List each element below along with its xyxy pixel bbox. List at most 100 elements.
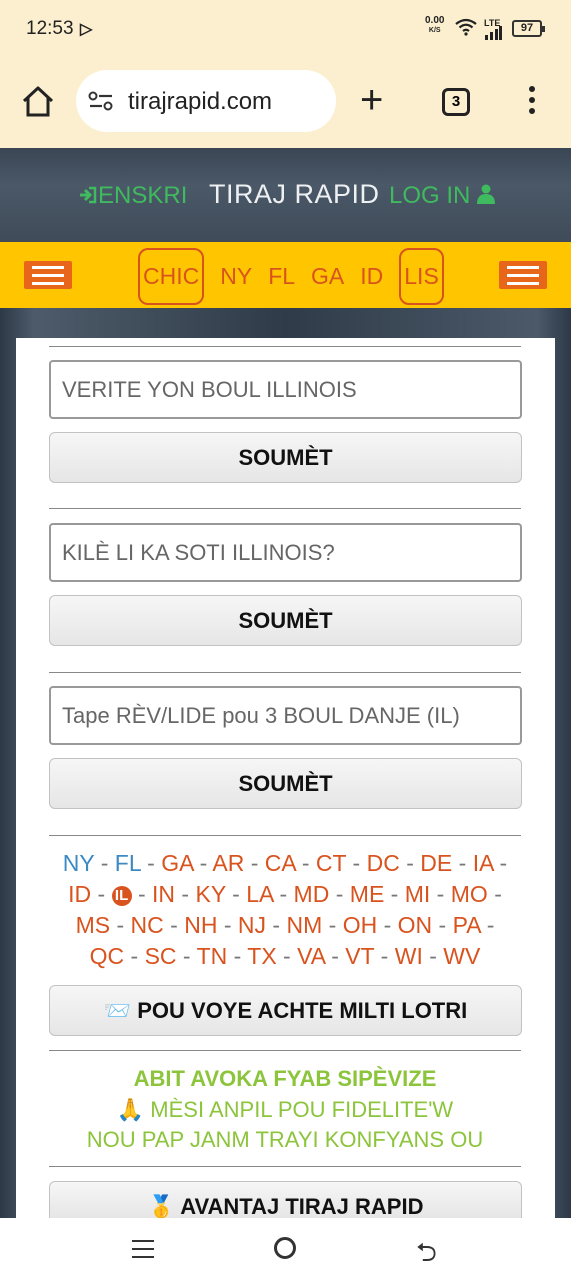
home-button[interactable] — [274, 1237, 296, 1259]
tab-fl[interactable]: FL — [268, 263, 295, 290]
message-line: 🙏 MÈSI ANPIL POU FIDELITE'W — [116, 1097, 454, 1122]
dream-input[interactable]: Tape RÈV/LIDE pou 3 BOUL DANJE (IL) — [49, 686, 522, 745]
submit-button[interactable]: SOUMÈT — [49, 595, 522, 646]
state-link-id[interactable]: ID — [68, 881, 91, 907]
divider — [49, 672, 521, 673]
state-link-on[interactable]: ON — [398, 912, 433, 938]
state-link-la[interactable]: LA — [246, 881, 273, 907]
site-header: ENSKRI TIRAJ RAPID LOG IN — [0, 148, 571, 242]
state-link-ar[interactable]: AR — [212, 850, 244, 876]
separator: - — [377, 912, 398, 938]
state-link-il[interactable]: IL — [111, 886, 132, 906]
state-link-tn[interactable]: TN — [197, 943, 228, 969]
multi-lottery-button[interactable]: 📨 POU VOYE ACHTE MILTI LOTRI — [49, 985, 522, 1036]
signal-icon: LTE — [484, 18, 502, 40]
state-link-mo[interactable]: MO — [451, 881, 488, 907]
tab-ga[interactable]: GA — [311, 263, 344, 290]
browser-toolbar: tirajrapid.com + 3 — [0, 58, 571, 148]
state-link-pa[interactable]: PA — [453, 912, 481, 938]
system-nav-bar: ⮌ — [0, 1218, 571, 1280]
address-bar[interactable]: tirajrapid.com — [76, 70, 336, 132]
right-menu-button[interactable] — [499, 261, 547, 289]
battery-icon: 97 — [512, 20, 545, 37]
state-links: NY - FL - GA - AR - CA - CT - DC - DE - … — [30, 848, 540, 972]
network-speed: 0.00 K/S — [425, 15, 445, 35]
separator: - — [324, 943, 346, 969]
tab-id[interactable]: ID — [360, 263, 383, 290]
url-text: tirajrapid.com — [128, 88, 273, 115]
new-tab-button[interactable]: + — [360, 80, 383, 120]
separator: - — [175, 881, 196, 907]
separator: - — [273, 881, 294, 907]
tab-ny[interactable]: NY — [220, 263, 252, 290]
state-link-sc[interactable]: SC — [145, 943, 177, 969]
divider — [49, 1166, 521, 1167]
tab-chic[interactable]: CHIC — [138, 247, 205, 305]
tab-switcher-button[interactable]: 3 — [442, 88, 470, 116]
separator: - — [266, 912, 287, 938]
state-link-ny[interactable]: NY — [63, 850, 95, 876]
advantage-button[interactable]: 🥇 AVANTAJ TIRAJ RAPID — [49, 1181, 522, 1218]
state-link-ia[interactable]: IA — [473, 850, 493, 876]
submit-button[interactable]: SOUMÈT — [49, 758, 522, 809]
login-link[interactable]: LOG IN — [389, 182, 496, 210]
state-link-nj[interactable]: NJ — [238, 912, 266, 938]
separator: - — [163, 912, 185, 938]
separator: - — [374, 943, 395, 969]
state-link-md[interactable]: MD — [294, 881, 330, 907]
sign-in-icon — [80, 186, 97, 204]
separator: - — [422, 943, 444, 969]
separator: - — [276, 943, 298, 969]
state-link-wi[interactable]: WI — [395, 943, 423, 969]
separator: - — [131, 881, 153, 907]
state-link-oh[interactable]: OH — [343, 912, 378, 938]
state-link-nh[interactable]: NH — [184, 912, 217, 938]
recent-apps-button[interactable] — [132, 1240, 154, 1264]
state-link-dc[interactable]: DC — [367, 850, 400, 876]
site-title[interactable]: TIRAJ RAPID — [209, 179, 380, 210]
separator: - — [193, 850, 213, 876]
state-link-qc[interactable]: QC — [90, 943, 125, 969]
state-link-de[interactable]: DE — [420, 850, 452, 876]
site-settings-icon[interactable] — [88, 90, 114, 112]
state-link-ca[interactable]: CA — [265, 850, 296, 876]
state-link-mi[interactable]: MI — [405, 881, 431, 907]
browser-menu-button[interactable] — [525, 86, 539, 118]
state-link-in[interactable]: IN — [152, 881, 175, 907]
separator: - — [225, 881, 247, 907]
separator: - — [124, 943, 145, 969]
state-link-wv[interactable]: WV — [443, 943, 480, 969]
state-link-tx[interactable]: TX — [247, 943, 276, 969]
clock: 12:53 — [26, 18, 74, 39]
verify-number-input[interactable]: VERITE YON BOUL ILLINOIS — [49, 360, 522, 419]
left-menu-button[interactable] — [24, 261, 72, 289]
home-icon[interactable] — [20, 84, 56, 120]
separator: - — [217, 912, 238, 938]
state-link-nm[interactable]: NM — [286, 912, 322, 938]
state-link-ct[interactable]: CT — [316, 850, 346, 876]
tab-lis[interactable]: LIS — [399, 247, 444, 305]
separator: - — [430, 881, 451, 907]
separator: - — [140, 850, 162, 876]
lottery-nav: CHIC NY FL GA ID LIS — [0, 242, 571, 308]
state-link-nc[interactable]: NC — [131, 912, 164, 938]
state-link-me[interactable]: ME — [350, 881, 385, 907]
state-link-ky[interactable]: KY — [195, 881, 225, 907]
back-button[interactable]: ⮌ — [416, 1234, 437, 1278]
separator: - — [295, 850, 316, 876]
status-bar: 12:53 ▷ 0.00 K/S LTE 97 — [0, 0, 571, 58]
submit-button[interactable]: SOUMÈT — [49, 432, 522, 483]
state-link-ga[interactable]: GA — [161, 850, 193, 876]
draw-time-input[interactable]: KILÈ LI KA SOTI ILLINOIS? — [49, 523, 522, 582]
register-link[interactable]: ENSKRI — [78, 182, 187, 210]
separator: - — [399, 850, 421, 876]
state-link-fl[interactable]: FL — [115, 850, 141, 876]
notification-icon: ▷ — [80, 21, 93, 38]
state-link-vt[interactable]: VT — [345, 943, 374, 969]
divider — [49, 1050, 521, 1051]
state-link-va[interactable]: VA — [297, 943, 325, 969]
separator: - — [480, 912, 495, 938]
user-icon — [477, 184, 496, 204]
separator: - — [322, 912, 343, 938]
state-link-ms[interactable]: MS — [76, 912, 111, 938]
